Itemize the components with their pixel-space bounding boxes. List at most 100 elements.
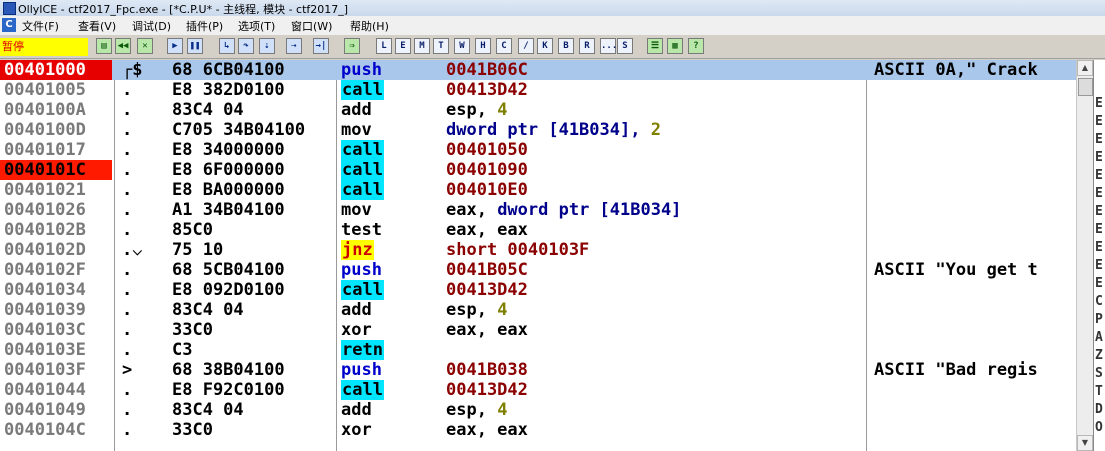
execute-till-return-icon[interactable]: →|	[313, 38, 329, 54]
disasm-row[interactable]: 0040103E. C3 retn	[0, 340, 1076, 360]
mnemonic: mov	[341, 200, 372, 220]
disasm-row[interactable]: 0040104C. 33C0 xor eax, eax	[0, 420, 1076, 440]
hex-bytes: 68 38B04100	[172, 360, 285, 380]
restart-icon[interactable]: ◀◀	[115, 38, 131, 54]
letter-b[interactable]: B	[558, 38, 574, 54]
disasm-row[interactable]: 00401017. E8 34000000 call 00401050	[0, 140, 1076, 160]
disasm-row[interactable]: 0040100A. 83C4 04 add esp, 4	[0, 100, 1076, 120]
grid-icon[interactable]: ▦	[667, 38, 683, 54]
registers-pane[interactable]: EEEEEEEEEEECPAZSTDO	[1093, 60, 1105, 451]
trace-into-icon[interactable]: ⇣	[259, 38, 275, 54]
scroll-down-icon[interactable]: ▼	[1077, 435, 1093, 451]
cpu-window-icon[interactable]: C	[2, 18, 16, 32]
vertical-scrollbar[interactable]: ▲ ▼	[1076, 60, 1093, 451]
step-into-icon[interactable]: ↳	[219, 38, 235, 54]
letter-c[interactable]: C	[496, 38, 512, 54]
address: 0040102D	[4, 240, 86, 260]
letter-h[interactable]: H	[475, 38, 491, 54]
operand-part: eax, eax	[446, 320, 528, 340]
disasm-row[interactable]: 00401044. E8 F92C0100 call 00413D42	[0, 380, 1076, 400]
slash-icon[interactable]: /	[518, 38, 534, 54]
operand-part: dword ptr [41B034],	[446, 120, 651, 140]
hex-bytes: 68 6CB04100	[172, 60, 285, 80]
menu-debug[interactable]: 调试(D)	[132, 18, 171, 34]
register-label: C	[1095, 294, 1103, 309]
disasm-row[interactable]: 0040102F. 68 5CB04100 push 0041B05C ASCII "Y…	[0, 260, 1076, 280]
operand: eax, eax	[446, 420, 528, 440]
letter-k[interactable]: K	[537, 38, 553, 54]
letter-t[interactable]: T	[433, 38, 449, 54]
disasm-row[interactable]: 00401005. E8 382D0100 call 00413D42	[0, 80, 1076, 100]
goto-icon[interactable]: ⇒	[344, 38, 360, 54]
jump-marker: .	[122, 320, 133, 340]
operand: 004010E0	[446, 180, 528, 200]
register-label: E	[1095, 258, 1103, 273]
menu-plugins[interactable]: 插件(P)	[186, 18, 223, 34]
open-icon[interactable]: ▤	[96, 38, 112, 54]
register-label: E	[1095, 276, 1103, 291]
jump-marker: ┌$	[122, 60, 143, 80]
close-icon[interactable]: ✕	[137, 38, 153, 54]
jump-marker: .	[122, 400, 133, 420]
disasm-row[interactable]: 00401021. E8 BA000000 call 004010E0	[0, 180, 1076, 200]
disasm-row[interactable]: 0040102B. 85C0 test eax, eax	[0, 220, 1076, 240]
letter-l[interactable]: L	[376, 38, 392, 54]
scroll-up-icon[interactable]: ▲	[1077, 60, 1093, 76]
disasm-row[interactable]: 0040100D. C705 34B04100 mov dword ptr [41B0…	[0, 120, 1076, 140]
mnemonic: push	[341, 60, 382, 80]
address: 00401026	[4, 200, 86, 220]
mnemonic: call	[341, 140, 384, 160]
jump-marker: .	[122, 420, 133, 440]
disassembly-pane[interactable]: 00401000 ┌$ 68 6CB04100 push 0041B06C ASCII 0…	[0, 60, 1076, 451]
menu-view[interactable]: 查看(V)	[78, 18, 116, 34]
disasm-row[interactable]: 0040103C. 33C0 xor eax, eax	[0, 320, 1076, 340]
disasm-row[interactable]: 00401039. 83C4 04 add esp, 4	[0, 300, 1076, 320]
disasm-row[interactable]: 00401034. E8 092D0100 call 00413D42	[0, 280, 1076, 300]
mnemonic: xor	[341, 320, 372, 340]
step-over-icon[interactable]: ↷	[238, 38, 254, 54]
jump-marker: .⌵	[122, 240, 143, 260]
mnemonic: call	[341, 380, 384, 400]
disasm-row[interactable]: 00401049. 83C4 04 add esp, 4	[0, 400, 1076, 420]
hex-bytes: E8 F92C0100	[172, 380, 285, 400]
letter-s[interactable]: S	[617, 38, 633, 54]
hex-bytes: 85C0	[172, 220, 213, 240]
operand-part: 4	[497, 300, 508, 320]
trace-over-icon[interactable]: ⇢	[286, 38, 302, 54]
register-label: E	[1095, 204, 1103, 219]
dots-icon[interactable]: ...	[600, 38, 617, 54]
disasm-row[interactable]: 0040102D .⌵ 75 10 jnz short 0040103F	[0, 240, 1076, 260]
scroll-thumb[interactable]	[1078, 78, 1093, 96]
register-label: T	[1095, 384, 1103, 399]
run-icon[interactable]: ▶	[167, 38, 183, 54]
help-icon[interactable]: ?	[688, 38, 704, 54]
menu-help[interactable]: 帮助(H)	[350, 18, 389, 34]
menu-file[interactable]: 文件(F)	[22, 18, 59, 34]
hex-bytes: 33C0	[172, 320, 213, 340]
operand: 00413D42	[446, 80, 528, 100]
menu-window[interactable]: 窗口(W)	[291, 18, 332, 34]
list-icon[interactable]: ☰	[647, 38, 663, 54]
address: 0040103F	[4, 360, 86, 380]
operand-part: 4	[497, 400, 508, 420]
disasm-row[interactable]: 0040101C. E8 6F000000 call 00401090	[0, 160, 1076, 180]
letter-w[interactable]: W	[454, 38, 470, 54]
address: 00401021	[4, 180, 86, 200]
menu-options[interactable]: 选项(T)	[238, 18, 275, 34]
mnemonic: mov	[341, 120, 372, 140]
disasm-row[interactable]: 0040103F >68 38B04100 push 0041B038 ASCII "B…	[0, 360, 1076, 380]
status-paused: 暂停	[0, 38, 88, 56]
hex-bytes: E8 34000000	[172, 140, 285, 160]
mnemonic: add	[341, 300, 372, 320]
letter-m[interactable]: M	[414, 38, 430, 54]
disasm-row[interactable]: 00401000 ┌$ 68 6CB04100 push 0041B06C ASCII 0…	[0, 60, 1076, 80]
pause-icon[interactable]: ❚❚	[187, 38, 203, 54]
title-bar: OllyICE - ctf2017_Fpc.exe - [*C.P.U* - 主…	[0, 0, 1105, 16]
disasm-row[interactable]: 00401026. A1 34B04100 mov eax, dword ptr [4…	[0, 200, 1076, 220]
letter-e[interactable]: E	[395, 38, 411, 54]
address: 0040100D	[4, 120, 86, 140]
address: 00401039	[4, 300, 86, 320]
letter-r[interactable]: R	[579, 38, 595, 54]
jump-marker: >	[122, 360, 133, 380]
address: 00401049	[4, 400, 86, 420]
